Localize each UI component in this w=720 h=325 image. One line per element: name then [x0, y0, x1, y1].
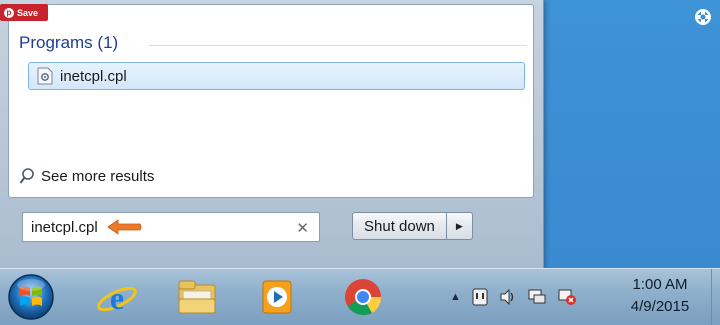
control-panel-file-icon [37, 67, 53, 85]
shutdown-options-button[interactable]: ▶ [446, 212, 473, 240]
network-plug-icon[interactable] [471, 287, 489, 307]
orange-arrow-icon [107, 219, 142, 235]
windows-orb-icon[interactable] [6, 272, 56, 322]
see-more-results-link[interactable]: See more results [19, 167, 154, 185]
see-more-results-label: See more results [41, 167, 155, 185]
show-desktop-button[interactable] [711, 269, 720, 325]
taskbar-clock[interactable]: 1:00 AM 4/9/2015 [614, 274, 706, 318]
show-hidden-icons-button[interactable]: ▲ [450, 291, 461, 303]
system-tray: ▲ [450, 283, 577, 311]
media-player-icon[interactable] [254, 275, 300, 319]
svg-text:e: e [110, 280, 124, 316]
search-result-label: inetcpl.cpl [60, 67, 127, 85]
programs-group-heading: Programs (1) [19, 33, 119, 52]
taskbar: e ▲ 1:00 AM 4/9/2015 [0, 268, 720, 325]
group-divider [149, 45, 527, 46]
file-explorer-icon[interactable] [174, 275, 220, 319]
shutdown-group: Shut down ▶ [352, 212, 473, 240]
speaker-icon[interactable] [499, 288, 517, 306]
triangle-right-icon: ▶ [455, 220, 463, 231]
pinterest-icon: p [4, 7, 14, 18]
start-search-input[interactable]: inetcpl.cpl ✕ [22, 212, 320, 242]
action-center-icon[interactable] [557, 288, 577, 306]
clock-time: 1:00 AM [632, 276, 688, 293]
search-results-pane: Programs (1) inetcpl.cpl See more result… [8, 4, 534, 198]
start-menu: Programs (1) inetcpl.cpl See more result… [0, 0, 544, 268]
search-input-value: inetcpl.cpl [31, 218, 98, 236]
display-icon[interactable] [527, 288, 547, 306]
clear-icon[interactable]: ✕ [296, 219, 309, 237]
save-label: Save [17, 7, 39, 18]
shut-down-button[interactable]: Shut down [352, 212, 447, 240]
search-icon [19, 168, 34, 184]
search-result-item[interactable]: inetcpl.cpl [28, 62, 525, 90]
chrome-icon[interactable] [340, 275, 386, 319]
pinterest-save-button[interactable]: p Save [0, 4, 48, 21]
clock-date: 4/9/2015 [630, 298, 690, 315]
internet-explorer-icon[interactable]: e [94, 275, 140, 319]
fullscreen-icon[interactable] [694, 8, 712, 26]
